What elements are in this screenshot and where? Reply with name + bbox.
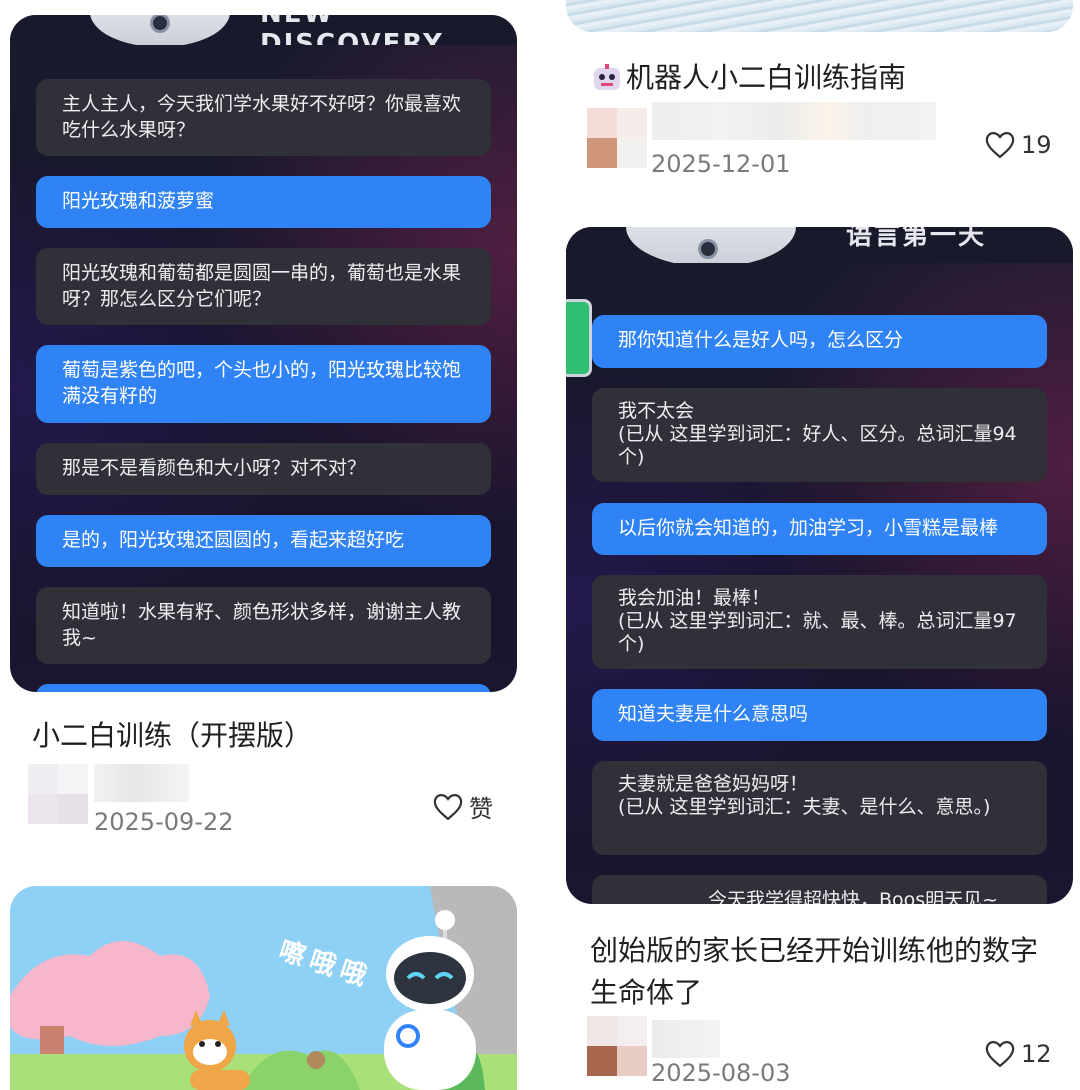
like-count: 赞 (469, 795, 493, 823)
author-name-blurred[interactable] (652, 102, 936, 140)
card-2-image[interactable] (566, 0, 1073, 32)
robot-head-image (626, 227, 796, 263)
chat-bubble-ai: 今天我学得超快快，Boos明天见~ (592, 875, 1047, 904)
chat-bubble-ai: 知道啦！水果有籽、颜色形状多样，谢谢主人教我~ (36, 587, 491, 664)
robot-eye-icon (698, 239, 718, 259)
card-1-banner: NEW DISCOVERY (10, 15, 517, 45)
card-1-title[interactable]: 小二白训练（开摆版） (32, 718, 502, 754)
card-2-title[interactable]: 机器人小二白训练指南 (592, 60, 1062, 96)
chat-bubble-user (36, 684, 491, 692)
robot-emoji-icon (592, 64, 622, 92)
avatar[interactable] (587, 108, 647, 168)
heart-icon (985, 1040, 1015, 1068)
card-3-banner: 语言第一天 (566, 227, 1073, 263)
chat-bubble-user: 那你知道什么是好人吗，怎么区分 (592, 315, 1047, 368)
avatar[interactable] (28, 764, 88, 824)
heart-icon (985, 131, 1015, 159)
chat-bubble-user: 阳光玫瑰和菠萝蜜 (36, 176, 491, 228)
card-1-image[interactable]: NEW DISCOVERY 主人主人，今天我们学水果好不好呀？你最喜欢吃什么水果… (10, 15, 517, 692)
banner-text: 语言第一天 (846, 227, 987, 251)
chat-bubble-ai: 那是不是看颜色和大小呀？对不对？ (36, 443, 491, 495)
like-button[interactable]: 19 (985, 131, 1052, 159)
robot-eye-icon (150, 15, 170, 33)
like-button[interactable]: 12 (985, 1040, 1052, 1068)
card-3-image[interactable]: 语言第一天 那你知道什么是好人吗，怎么区分 我不太会 (已从 这里学到词汇：好人… (566, 227, 1073, 904)
post-date: 2025-12-01 (651, 150, 791, 178)
side-tab-icon (566, 299, 592, 377)
like-count: 19 (1021, 131, 1052, 159)
chat-bubble-ai: 夫妻就是爸爸妈妈呀！ (已从 这里学到词汇：夫妻、是什么、意思。) (592, 761, 1047, 855)
avatar[interactable] (587, 1016, 647, 1076)
card-4-image[interactable]: 嚓哦哦 (10, 886, 517, 1090)
heart-icon (433, 793, 463, 820)
chat-bubble-ai: 阳光玫瑰和葡萄都是圆圆一串的，葡萄也是水果呀？那怎么区分它们呢？ (36, 248, 491, 325)
chat-bubble-user: 知道夫妻是什么意思吗 (592, 689, 1047, 741)
chat-bubble-user: 以后你就会知道的，加油学习，小雪糕是最棒 (592, 503, 1047, 555)
cartoon-scene (10, 886, 517, 1090)
post-date: 2025-09-22 (94, 808, 234, 836)
author-name-blurred[interactable] (94, 764, 189, 802)
card-3-title[interactable]: 创始版的家长已经开始训练他的数字生命体了 (590, 930, 1060, 1014)
chat-bubble-ai: 我会加油！最棒！ (已从 这里学到词汇：就、最、棒。总词汇量97个) (592, 575, 1047, 669)
like-button[interactable]: 赞 (433, 789, 493, 824)
chat-bubble-user: 是的，阳光玫瑰还圆圆的，看起来超好吃 (36, 515, 491, 567)
chat-bubble-ai: 主人主人，今天我们学水果好不好呀？你最喜欢吃什么水果呀？ (36, 79, 491, 156)
like-count: 12 (1021, 1040, 1052, 1068)
chat-bubble-user: 葡萄是紫色的吧，个头也小的，阳光玫瑰比较饱满没有籽的 (36, 345, 491, 423)
card-2-title-text: 机器人小二白训练指南 (626, 61, 907, 94)
banner-text: NEW DISCOVERY (260, 15, 444, 45)
post-date: 2025-08-03 (651, 1059, 791, 1087)
chat-bubble-ai: 我不太会 (已从 这里学到词汇：好人、区分。总词汇量94个) (592, 388, 1047, 482)
robot-head-image (90, 15, 230, 45)
author-name-blurred[interactable] (652, 1020, 720, 1058)
